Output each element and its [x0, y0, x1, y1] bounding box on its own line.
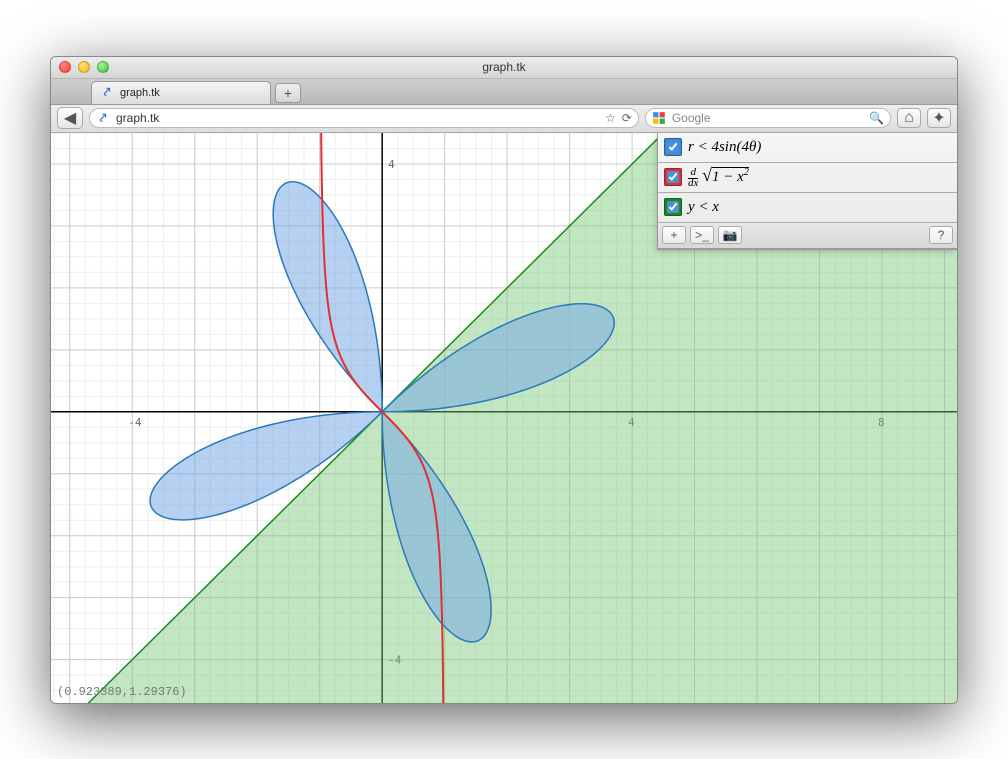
star-icon: ✦: [932, 108, 945, 128]
minimize-button[interactable]: [78, 61, 90, 73]
equation-visibility-checkbox[interactable]: [667, 141, 679, 153]
terminal-button[interactable]: >_: [690, 226, 714, 244]
browser-window: graph.tk ⤤ graph.tk + ◀ ⤤ graph.tk ☆ ⟳: [50, 56, 958, 704]
tab-bar: ⤤ graph.tk +: [51, 79, 957, 105]
content-area: -448-44 r < 4sin(4θ)ddx √1 − x2y < x + >…: [51, 133, 957, 703]
svg-text:4: 4: [388, 157, 395, 170]
coordinates-readout: (0.923389,1.29376): [57, 685, 187, 699]
bookmark-star-icon[interactable]: ☆: [605, 111, 616, 125]
bookmarks-button[interactable]: ✦: [927, 108, 951, 128]
equation-formula[interactable]: y < x: [688, 199, 719, 216]
back-button[interactable]: ◀: [57, 107, 83, 129]
search-icon[interactable]: 🔍: [869, 111, 884, 125]
equation-panel: r < 4sin(4θ) ddx √1 − x2 y < x + >_ 📷 ?: [657, 133, 957, 250]
address-bar[interactable]: ⤤ graph.tk ☆ ⟳: [89, 108, 639, 128]
equation-row[interactable]: r < 4sin(4θ): [658, 133, 957, 163]
zoom-button[interactable]: [97, 61, 109, 73]
chevron-left-icon: ◀: [64, 108, 76, 128]
search-field[interactable]: Google 🔍: [645, 108, 891, 128]
url-toolbar: ◀ ⤤ graph.tk ☆ ⟳ Google 🔍 ⌂ ✦: [51, 105, 957, 133]
camera-button[interactable]: 📷: [718, 226, 742, 244]
new-tab-button[interactable]: +: [275, 83, 301, 103]
tab-graphtk[interactable]: ⤤ graph.tk: [91, 81, 271, 104]
google-logo-icon: [652, 111, 666, 125]
panel-toolbar: + >_ 📷 ?: [658, 223, 957, 249]
url-favicon-icon: ⤤: [96, 111, 110, 125]
equation-row[interactable]: ddx √1 − x2: [658, 163, 957, 193]
equation-visibility-checkbox[interactable]: [667, 201, 679, 213]
url-text: graph.tk: [116, 111, 159, 125]
titlebar: graph.tk: [51, 57, 957, 79]
home-icon: ⌂: [904, 109, 914, 127]
window-title: graph.tk: [482, 60, 525, 74]
equation-row[interactable]: y < x: [658, 193, 957, 223]
equation-visibility-checkbox[interactable]: [667, 171, 679, 183]
window-controls: [59, 61, 109, 73]
equation-formula[interactable]: ddx √1 − x2: [688, 165, 749, 189]
help-button[interactable]: ?: [929, 226, 953, 244]
equation-color-swatch[interactable]: [664, 168, 682, 186]
close-button[interactable]: [59, 61, 71, 73]
equation-formula[interactable]: r < 4sin(4θ): [688, 139, 761, 156]
tab-label: graph.tk: [120, 87, 160, 99]
reload-icon[interactable]: ⟳: [622, 111, 632, 125]
home-button[interactable]: ⌂: [897, 108, 921, 128]
svg-text:-4: -4: [128, 415, 142, 428]
equation-color-swatch[interactable]: [664, 198, 682, 216]
equation-color-swatch[interactable]: [664, 138, 682, 156]
search-placeholder: Google: [672, 111, 711, 125]
tab-favicon-icon: ⤤: [100, 86, 114, 100]
add-equation-button[interactable]: +: [662, 226, 686, 244]
